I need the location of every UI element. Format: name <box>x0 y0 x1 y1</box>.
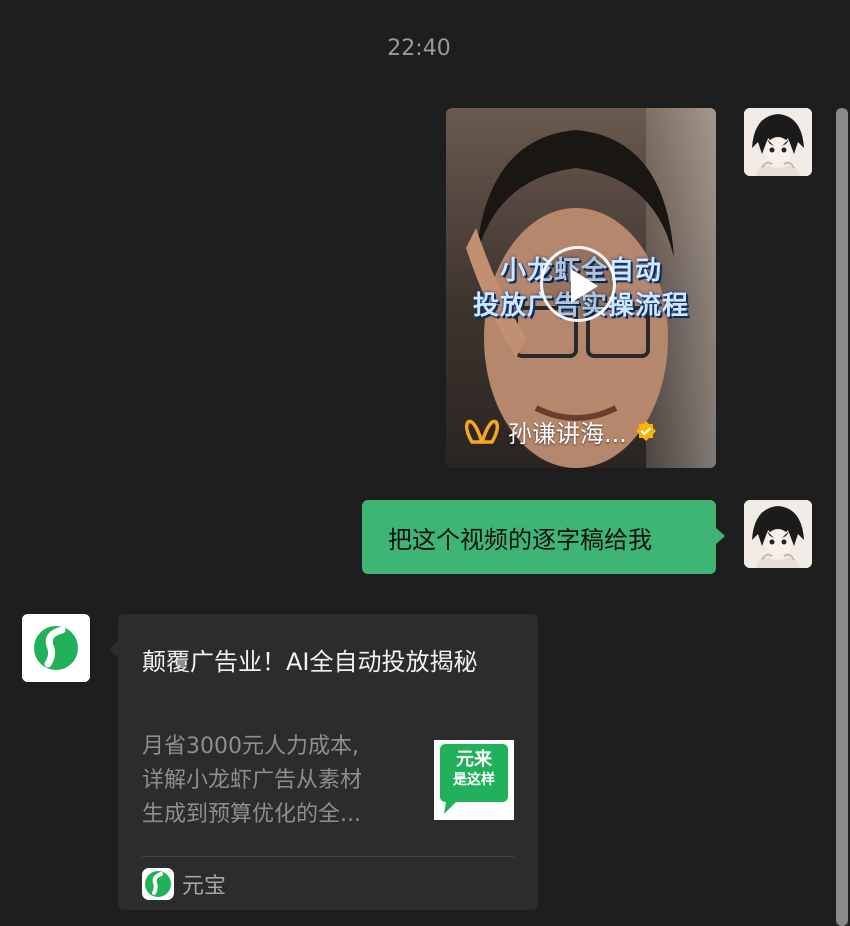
yuanbao-logo-icon <box>22 614 90 682</box>
user-avatar[interactable] <box>744 108 812 176</box>
channels-butterfly-icon <box>464 419 500 444</box>
article-thumbnail: 元来 是这样 <box>434 740 514 820</box>
anime-avatar-icon <box>744 500 812 568</box>
card-divider <box>142 856 514 857</box>
video-channel-info: 孙谦讲海... <box>464 414 657 448</box>
thumbnail-text: 元来 是这样 <box>453 749 495 789</box>
play-icon <box>571 269 598 303</box>
message-timestamp: 22:40 <box>387 36 451 61</box>
article-title: 颠覆广告业！AI全自动投放揭秘 <box>142 648 478 676</box>
video-channel-name: 孙谦讲海... <box>508 419 627 448</box>
bot-avatar[interactable] <box>22 614 90 682</box>
article-description: 月省3000元人力成本, 详解小龙虾广告从素材 生成到预算优化的全... <box>142 734 363 827</box>
user-message-bubble[interactable]: 把这个视频的逐字稿给我 <box>362 500 725 574</box>
video-message-card[interactable]: 小龙虾全自动 投放广告实操流程 孙谦讲海... <box>446 108 716 468</box>
card-source-name: 元宝 <box>182 874 227 899</box>
play-button[interactable] <box>540 246 616 322</box>
scrollbar-thumb[interactable] <box>836 108 848 926</box>
bot-article-card[interactable]: 颠覆广告业！AI全自动投放揭秘 月省3000元人力成本, 详解小龙虾广告从素材 … <box>109 614 538 910</box>
anime-avatar-icon <box>744 108 812 176</box>
yuanbao-logo-icon <box>142 868 174 900</box>
user-message-text: 把这个视频的逐字稿给我 <box>388 525 652 554</box>
user-avatar[interactable] <box>744 500 812 568</box>
verified-badge-icon <box>635 421 656 441</box>
card-source: 元宝 <box>142 868 226 900</box>
